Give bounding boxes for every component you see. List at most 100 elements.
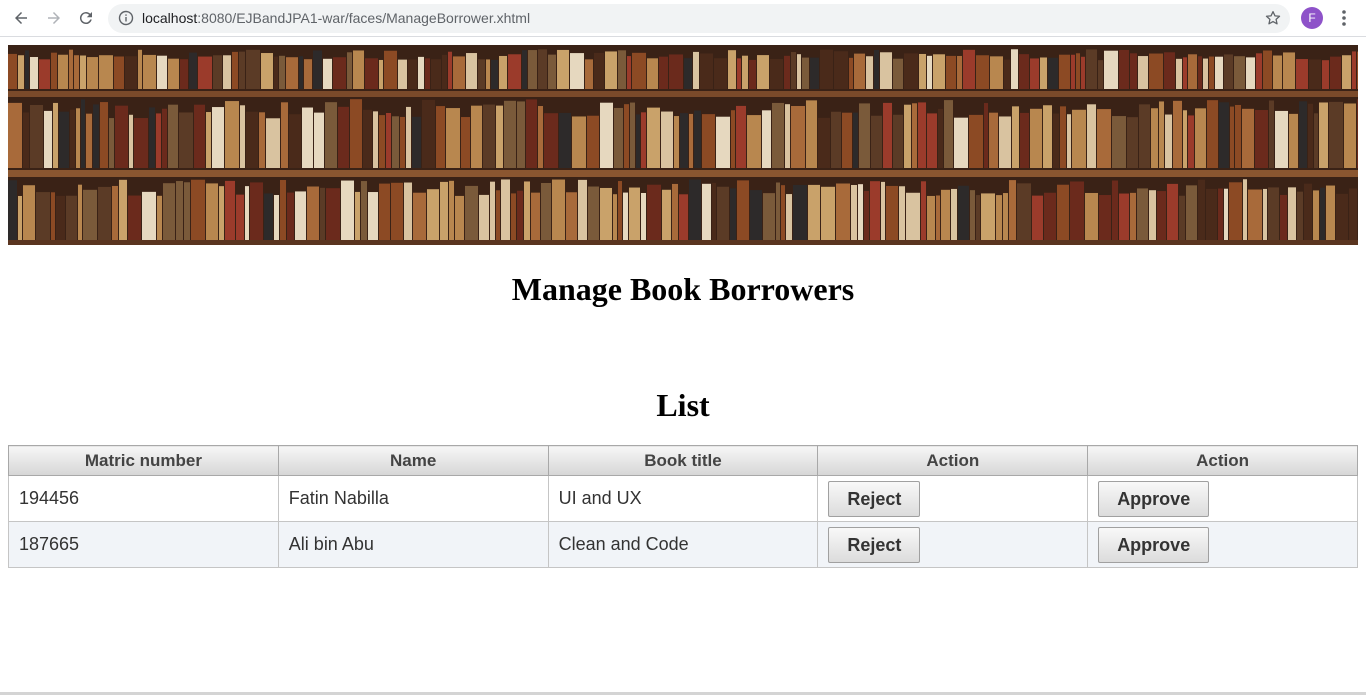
book-spine <box>1344 103 1356 168</box>
book-spine <box>566 192 577 240</box>
book-spine <box>919 53 926 89</box>
book-spine <box>700 53 713 89</box>
book-spine <box>323 58 332 89</box>
book-spine <box>299 56 303 89</box>
reload-button[interactable] <box>74 6 98 30</box>
book-spine <box>1020 112 1029 168</box>
book-spine <box>18 55 24 89</box>
address-bar[interactable]: localhost:8080/EJBandJPA1-war/faces/Mana… <box>108 4 1290 33</box>
bookmark-star-icon[interactable] <box>1264 9 1282 27</box>
book-spine <box>408 59 417 89</box>
book-spine <box>490 181 495 240</box>
book-spine <box>440 181 448 240</box>
book-spine <box>776 182 780 240</box>
book-spine <box>984 103 988 168</box>
book-spine <box>588 186 599 240</box>
reject-button[interactable]: Reject <box>828 526 921 563</box>
book-spine <box>854 53 865 89</box>
book-spine <box>636 114 640 168</box>
table-header-row: Matric number Name Book title Action Act… <box>8 445 1358 476</box>
book-spine <box>427 189 439 240</box>
arrow-left-icon <box>15 12 27 24</box>
column-header-action-approve[interactable]: Action <box>1087 445 1358 476</box>
book-spine <box>912 103 917 168</box>
book-spine <box>168 104 178 168</box>
book-spine <box>1057 184 1069 240</box>
book-spine <box>245 186 249 240</box>
column-header-action-reject[interactable]: Action <box>817 445 1089 476</box>
book-spine <box>338 106 349 168</box>
book-spine <box>206 183 218 240</box>
book-spine <box>1179 195 1185 240</box>
url-text[interactable]: localhost:8080/EJBandJPA1-war/faces/Mana… <box>142 10 530 27</box>
book-spine <box>478 59 485 89</box>
more-menu-icon[interactable] <box>1336 8 1352 28</box>
book-spine <box>1246 57 1255 89</box>
book-spine <box>1085 192 1098 240</box>
book-spine <box>1138 56 1148 89</box>
book-spine <box>1234 56 1245 89</box>
book-spine <box>1218 188 1223 240</box>
book-spine <box>1329 101 1343 168</box>
book-spine <box>624 104 629 168</box>
book-spine <box>379 115 385 168</box>
book-spine <box>1112 116 1126 168</box>
book-spine <box>125 56 137 89</box>
url-path: :8080/EJBandJPA1-war/faces/ManageBorrowe… <box>197 10 531 26</box>
book-spine <box>404 182 412 240</box>
book-spine <box>1330 56 1341 89</box>
book-spine <box>1357 99 1358 168</box>
book-spine <box>1326 185 1335 240</box>
book-spine <box>66 195 77 240</box>
book-spine <box>1203 58 1208 89</box>
book-spine <box>946 55 956 89</box>
book-spine <box>1119 49 1129 89</box>
book-spine <box>304 59 312 89</box>
book-spine <box>168 58 179 89</box>
book-spine <box>157 55 167 89</box>
book-spine <box>1011 49 1018 89</box>
book-spine <box>163 183 175 240</box>
book-spine <box>491 59 498 89</box>
book-spine <box>770 59 783 89</box>
profile-avatar[interactable]: F <box>1301 7 1323 29</box>
book-spine <box>941 189 950 240</box>
column-header-book-title[interactable]: Book title <box>547 445 819 476</box>
book-spine <box>23 112 29 168</box>
forward-button[interactable] <box>42 6 66 30</box>
book-spine <box>180 59 188 89</box>
book-spine <box>1256 53 1262 89</box>
book-spine <box>797 54 801 89</box>
info-icon[interactable] <box>118 10 134 26</box>
book-spine <box>989 112 998 168</box>
book-spine <box>392 116 399 168</box>
approve-button[interactable]: Approve <box>1098 480 1210 517</box>
book-spine <box>1342 55 1351 89</box>
book-spine <box>737 58 741 89</box>
book-spine <box>1207 100 1218 168</box>
column-header-matric[interactable]: Matric number <box>8 445 279 476</box>
book-spine <box>1071 54 1075 89</box>
book-spine <box>1195 108 1206 168</box>
book-spine <box>8 102 22 168</box>
book-spine <box>266 118 280 168</box>
back-button[interactable] <box>9 6 33 30</box>
book-spine <box>455 195 464 240</box>
book-spine <box>496 105 503 168</box>
book-spine <box>672 183 678 240</box>
book-spine <box>1188 54 1197 89</box>
book-spine <box>1019 54 1029 89</box>
book-spine <box>80 55 86 89</box>
book-spine <box>109 118 114 168</box>
book-spine <box>716 116 730 168</box>
reject-button[interactable]: Reject <box>828 480 921 517</box>
book-spine <box>630 102 635 168</box>
book-spine <box>194 104 205 168</box>
book-spine <box>757 55 769 89</box>
book-spine <box>904 53 918 89</box>
book-spine <box>572 116 586 168</box>
book-spine <box>74 55 79 89</box>
column-header-name[interactable]: Name <box>277 445 549 476</box>
approve-button[interactable]: Approve <box>1098 526 1210 563</box>
book-spine <box>976 55 989 89</box>
